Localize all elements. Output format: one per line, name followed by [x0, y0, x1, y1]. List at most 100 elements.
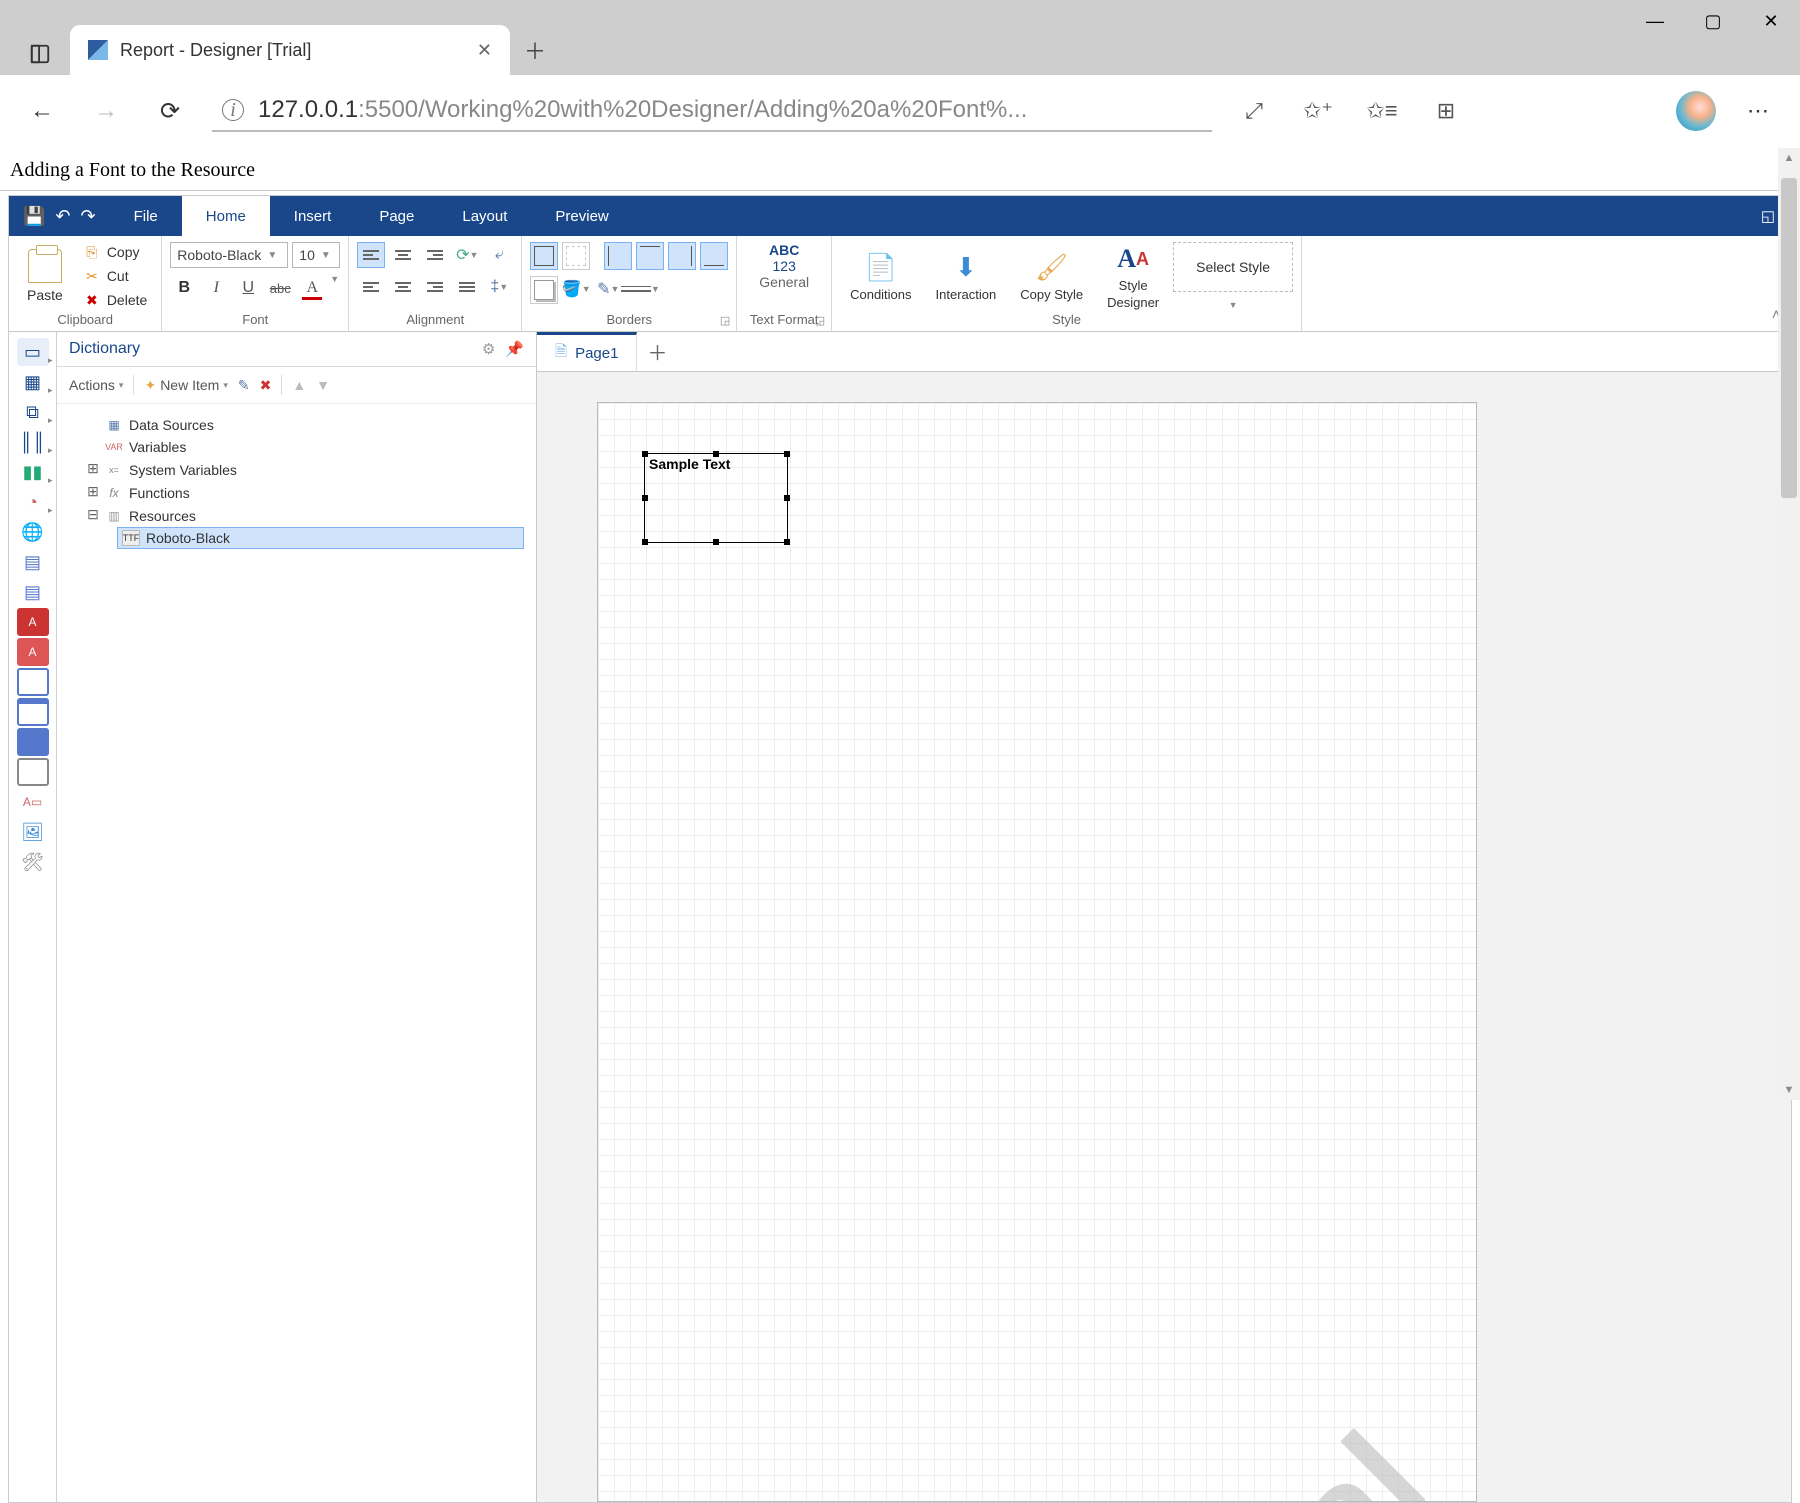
- move-down-button[interactable]: ▼: [316, 377, 330, 393]
- page-tab-page1[interactable]: 🗎Page1: [537, 332, 637, 371]
- font-color-caret[interactable]: ▼: [330, 274, 339, 302]
- tab-overview-button[interactable]: [10, 33, 70, 75]
- text-format-button[interactable]: ABC 123 General: [745, 242, 823, 310]
- tree-data-sources[interactable]: ▦Data Sources: [69, 414, 524, 436]
- shadow-button[interactable]: [530, 276, 558, 304]
- tool-map[interactable]: 🌐: [17, 518, 49, 546]
- profile-avatar[interactable]: [1676, 91, 1716, 131]
- browser-menu-button[interactable]: ⋯: [1736, 89, 1780, 133]
- collections-icon[interactable]: ⊞: [1424, 89, 1468, 133]
- minimize-button[interactable]: ―: [1626, 0, 1684, 42]
- ribbon-tab-insert[interactable]: Insert: [270, 196, 356, 236]
- conditions-button[interactable]: 📄Conditions: [840, 251, 921, 302]
- tree-functions[interactable]: ⊞fxFunctions: [69, 481, 524, 504]
- align-justify-button[interactable]: [453, 274, 481, 300]
- tool-text[interactable]: ▤: [17, 548, 49, 576]
- wrap-button[interactable]: ⤶: [485, 242, 513, 268]
- tool-data[interactable]: [17, 728, 49, 756]
- line-spacing-button[interactable]: ‡▼: [485, 274, 513, 300]
- tree-resources[interactable]: ⊟▥Resources: [69, 504, 524, 527]
- tree-variables[interactable]: VARVariables: [69, 436, 524, 458]
- border-color-button[interactable]: ✎▼: [594, 276, 622, 302]
- tool-richtext[interactable]: ▤: [17, 578, 49, 606]
- tree-resource-roboto-black[interactable]: TTFRoboto-Black: [117, 527, 524, 549]
- url-input[interactable]: i 127.0.0.1:5500/Working%20with%20Design…: [212, 90, 1212, 132]
- tool-gauge[interactable]: ◔▸: [17, 488, 49, 516]
- border-style-button[interactable]: ▼: [626, 276, 654, 302]
- border-right-button[interactable]: [668, 242, 696, 270]
- tree-system-variables[interactable]: ⊞x=System Variables: [69, 458, 524, 481]
- save-icon[interactable]: 💾: [23, 206, 45, 227]
- page-scrollbar[interactable]: ▲ ▼: [1778, 148, 1800, 1100]
- back-button[interactable]: ←: [20, 89, 64, 133]
- interaction-button[interactable]: ⬇Interaction: [926, 251, 1007, 302]
- fill-color-button[interactable]: 🪣▼: [562, 276, 590, 302]
- canvas-scroll[interactable]: Sample Text al: [537, 372, 1791, 1502]
- italic-button[interactable]: I: [202, 274, 230, 302]
- tool-header[interactable]: [17, 668, 49, 696]
- tool-chart[interactable]: ▮▮▸: [17, 458, 49, 486]
- copy-button[interactable]: ⎘Copy: [77, 242, 153, 262]
- borders-dialog-launcher[interactable]: ◲: [720, 314, 730, 327]
- align-top-left-button[interactable]: [357, 242, 385, 268]
- underline-button[interactable]: U: [234, 274, 262, 302]
- bold-button[interactable]: B: [170, 274, 198, 302]
- ribbon-tab-preview[interactable]: Preview: [531, 196, 632, 236]
- close-window-button[interactable]: ✕: [1742, 0, 1800, 42]
- dictionary-settings-icon[interactable]: ⚙: [482, 340, 495, 358]
- favorites-icon[interactable]: ✩≡: [1360, 89, 1404, 133]
- align-top-right-button[interactable]: [421, 242, 449, 268]
- tool-table[interactable]: [17, 758, 49, 786]
- forward-button[interactable]: →: [84, 89, 128, 133]
- refresh-button[interactable]: ⟳: [148, 89, 192, 133]
- edit-item-button[interactable]: ✎: [238, 377, 250, 394]
- ribbon-tab-home[interactable]: Home: [182, 196, 270, 236]
- tab-close-button[interactable]: ✕: [477, 40, 492, 61]
- site-info-icon[interactable]: i: [222, 99, 244, 121]
- actions-menu[interactable]: Actions ▾: [69, 377, 123, 393]
- scroll-down-button[interactable]: ▼: [1778, 1084, 1800, 1096]
- redo-icon[interactable]: ↷: [81, 206, 96, 227]
- browser-tab-active[interactable]: Report - Designer [Trial] ✕: [70, 25, 510, 75]
- font-size-select[interactable]: 10▼: [292, 242, 340, 268]
- align-right-button[interactable]: [421, 274, 449, 300]
- delete-item-button[interactable]: ✖: [260, 377, 272, 394]
- text-component-selected[interactable]: Sample Text: [644, 453, 788, 543]
- tool-band[interactable]: ▭▸: [17, 338, 49, 366]
- style-designer-button[interactable]: AAStyleDesigner: [1097, 242, 1169, 310]
- tool-picture[interactable]: 🖼: [17, 818, 49, 846]
- select-style-button[interactable]: Select Style: [1173, 242, 1293, 292]
- border-all-button[interactable]: [530, 242, 558, 270]
- undo-icon[interactable]: ↶: [55, 206, 70, 227]
- align-left-button[interactable]: [357, 274, 385, 300]
- tool-footer[interactable]: [17, 698, 49, 726]
- border-left-button[interactable]: [604, 242, 632, 270]
- text-format-dialog-launcher[interactable]: ◲: [815, 314, 825, 327]
- delete-button[interactable]: ✖Delete: [77, 290, 153, 310]
- copy-style-button[interactable]: 🖌Copy Style: [1010, 251, 1093, 302]
- font-name-select[interactable]: Roboto-Black▼: [170, 242, 288, 268]
- add-page-button[interactable]: ＋: [637, 332, 677, 371]
- maximize-button[interactable]: ▢: [1684, 0, 1742, 42]
- cut-button[interactable]: ✂Cut: [77, 266, 153, 286]
- add-favorite-icon[interactable]: ✩⁺: [1296, 89, 1340, 133]
- ribbon-tab-file[interactable]: File: [110, 196, 182, 236]
- rotate-button[interactable]: ⟳▼: [453, 242, 481, 268]
- tool-cross-band[interactable]: ▦▸: [17, 368, 49, 396]
- tool-settings[interactable]: 🛠: [17, 848, 49, 876]
- ribbon-tab-layout[interactable]: Layout: [438, 196, 531, 236]
- align-center-button[interactable]: [389, 274, 417, 300]
- tool-copy[interactable]: ⧉▸: [17, 398, 49, 426]
- strike-button[interactable]: abc: [266, 274, 294, 302]
- border-top-button[interactable]: [636, 242, 664, 270]
- border-none-button[interactable]: [562, 242, 590, 270]
- scroll-thumb[interactable]: [1781, 178, 1797, 498]
- move-up-button[interactable]: ▲: [292, 377, 306, 393]
- font-color-button[interactable]: A: [298, 274, 326, 302]
- tool-barcode[interactable]: ║║▸: [17, 428, 49, 456]
- dictionary-pin-icon[interactable]: 📌: [505, 340, 524, 358]
- scroll-up-button[interactable]: ▲: [1778, 152, 1800, 164]
- new-item-menu[interactable]: ✦New Item ▾: [144, 377, 227, 394]
- report-page[interactable]: Sample Text al: [597, 402, 1477, 1502]
- ribbon-tab-page[interactable]: Page: [355, 196, 438, 236]
